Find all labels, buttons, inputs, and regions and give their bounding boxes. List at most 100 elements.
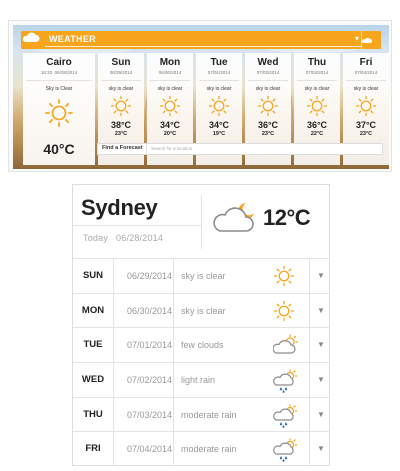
divider <box>26 80 92 81</box>
row-description: light rain <box>181 375 216 386</box>
day-name: Sun <box>111 57 131 68</box>
row-description: moderate rain <box>181 409 237 420</box>
day-name: Mon <box>159 57 181 68</box>
chevron-down-icon[interactable]: ▼ <box>313 328 329 362</box>
divider <box>113 328 114 363</box>
row-description: moderate rain <box>181 444 237 455</box>
divider <box>309 328 310 363</box>
day-low-temp: 22°C <box>310 131 324 137</box>
find-forecast-bar: Find a Forecast Search for a location <box>97 143 383 155</box>
divider <box>113 397 114 432</box>
current-city: Cairo <box>46 57 72 68</box>
rain-icon <box>273 404 299 433</box>
day-date: 06/30/2014 <box>158 70 182 75</box>
city-name: Sydney <box>81 195 158 220</box>
divider <box>113 259 114 293</box>
forecast-search-input[interactable]: Search for a location <box>146 144 382 154</box>
row-description: sky is clear <box>181 271 226 281</box>
day-name: Wed <box>257 57 279 68</box>
day-condition: sky is clear <box>108 86 134 92</box>
divider <box>113 363 114 397</box>
day-name: Fri <box>359 57 373 68</box>
day-date: 07/04/2014 <box>354 70 378 75</box>
weather-title: WEATHER <box>49 34 96 44</box>
forecast-row[interactable]: THU 07/03/2014 moderate rain ▼ <box>73 396 329 433</box>
forecast-row[interactable]: SUN 06/29/2014 sky is clear ▼ <box>73 258 329 293</box>
rain-icon <box>273 369 299 398</box>
divider <box>113 432 114 467</box>
day-name: Thu <box>307 57 327 68</box>
day-low-temp: 23°C <box>114 131 128 137</box>
day-condition: sky is clear <box>304 86 330 92</box>
chevron-down-icon[interactable]: ▾ <box>355 34 359 43</box>
divider <box>309 259 310 293</box>
day-date: 06/29/2014 <box>109 70 133 75</box>
find-forecast-label: Find a Forecast <box>102 145 143 151</box>
divider <box>113 293 114 328</box>
current-weather-panel: Cairo 16:33 06/28/2014 Sky is Clear 40°C <box>23 53 95 165</box>
current-time-date: 16:33 06/28/2014 <box>23 70 95 75</box>
day-high-temp: 34°C <box>208 120 230 130</box>
row-date: 07/01/2014 <box>127 340 173 351</box>
row-date: 07/03/2014 <box>127 409 173 420</box>
day-high-temp: 38°C <box>110 120 132 130</box>
cloud-moon-icon <box>213 203 254 232</box>
forecast-row[interactable]: TUE 07/01/2014 few clouds ▼ <box>73 327 329 363</box>
sun-icon <box>273 265 295 292</box>
chevron-down-icon[interactable]: ▼ <box>313 432 329 466</box>
forecast-row[interactable]: MON 06/30/2014 sky is clear ▼ <box>73 292 329 328</box>
cloud-icon <box>22 32 40 42</box>
day-condition: sky is clear <box>353 86 379 92</box>
day-low-temp: 20°C <box>163 131 177 137</box>
divider <box>173 259 174 293</box>
chevron-down-icon[interactable]: ▼ <box>313 363 329 397</box>
divider <box>199 80 239 81</box>
day-date: 07/03/2014 <box>305 70 329 75</box>
day-high-temp: 36°C <box>306 120 328 130</box>
sun-icon <box>45 99 73 127</box>
forecast-row[interactable]: FRI 07/04/2014 moderate rain ▼ <box>73 431 329 467</box>
search-submit-button[interactable] <box>361 31 381 49</box>
day-date: 07/02/2014 <box>256 70 280 75</box>
rain-icon <box>273 438 299 467</box>
chevron-down-icon[interactable]: ▼ <box>313 294 329 328</box>
divider <box>173 397 174 432</box>
day-low-temp: 19°C <box>212 131 226 137</box>
cloud-sun-button-icon <box>362 37 372 43</box>
row-day: FRI <box>85 443 101 455</box>
day-low-temp: 23°C <box>359 131 373 137</box>
forecast-row[interactable]: WED 07/02/2014 light rain ▼ <box>73 362 329 397</box>
day-condition: sky is clear <box>206 86 232 92</box>
row-description: sky is clear <box>181 305 226 316</box>
day-high-temp: 36°C <box>257 120 279 130</box>
sun-icon <box>273 300 295 327</box>
row-date: 07/02/2014 <box>127 375 173 386</box>
today-date: 06/28/2014 <box>116 233 164 243</box>
divider <box>73 225 201 226</box>
current-temperature: 12°C <box>263 205 311 230</box>
weather-search-bar[interactable]: WEATHER ▾ <box>21 31 381 49</box>
row-date: 06/29/2014 <box>127 271 173 281</box>
divider <box>101 80 141 81</box>
day-high-temp: 34°C <box>159 120 181 130</box>
divider <box>309 397 310 432</box>
chevron-down-icon[interactable]: ▼ <box>313 259 329 293</box>
row-date: 06/30/2014 <box>127 305 173 316</box>
current-time: 16:33 <box>40 70 53 75</box>
day-name: Tue <box>210 57 228 68</box>
row-day: THU <box>83 408 103 420</box>
row-day: WED <box>81 374 105 386</box>
day-date: 07/01/2014 <box>207 70 231 75</box>
weather-widget-top: WEATHER ▾ Cairo 16:33 06/28/2014 Sky is … <box>8 20 392 172</box>
today-label: Today <box>83 233 109 243</box>
current-temperature: 40°C <box>43 141 75 157</box>
divider <box>150 80 190 81</box>
divider <box>297 80 337 81</box>
row-description: few clouds <box>181 340 224 351</box>
divider <box>173 363 174 397</box>
day-condition: sky is clear <box>157 86 183 92</box>
divider <box>173 328 174 363</box>
divider <box>309 293 310 328</box>
chevron-down-icon[interactable]: ▼ <box>313 398 329 432</box>
row-day: SUN <box>82 270 104 281</box>
